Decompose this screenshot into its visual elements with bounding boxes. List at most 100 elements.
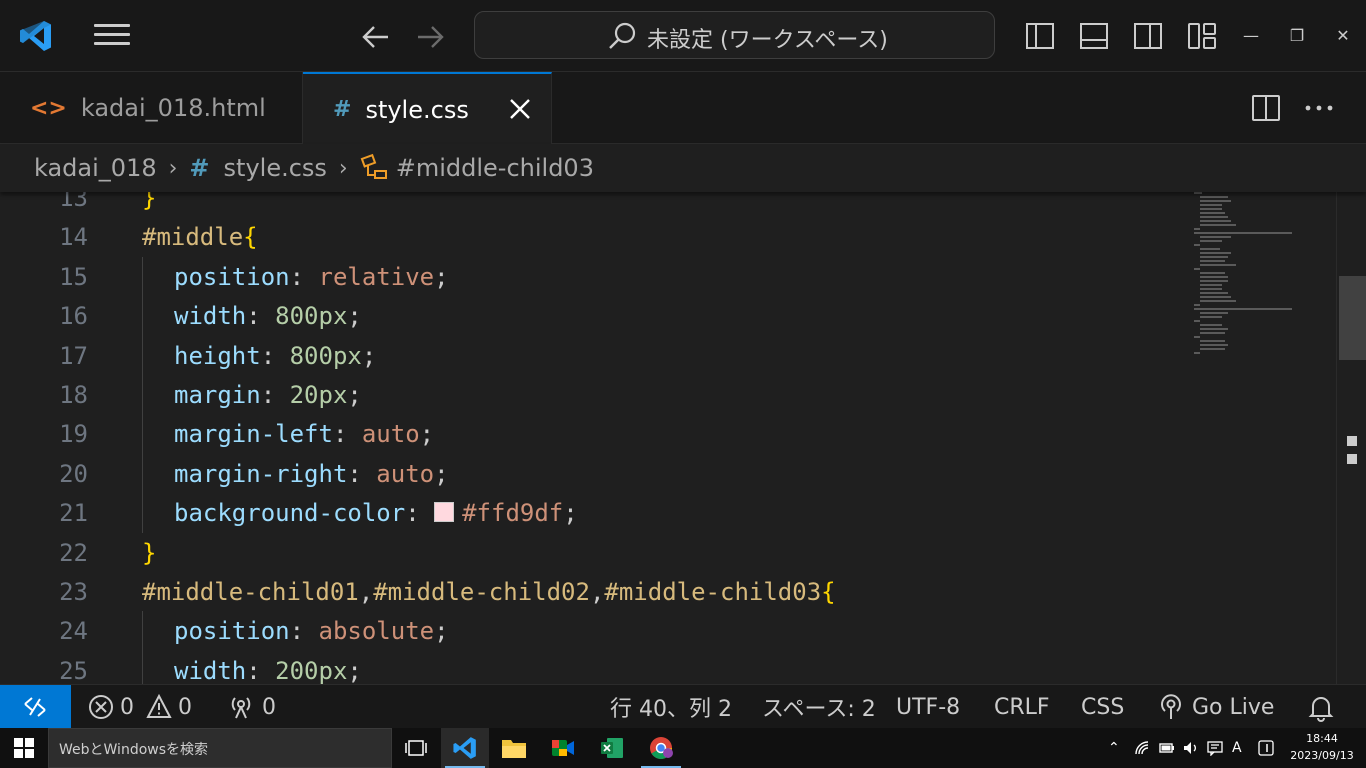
line-number: 19 xyxy=(59,420,88,449)
split-editor-icon[interactable] xyxy=(1250,92,1282,124)
forward-arrow-icon[interactable] xyxy=(414,22,446,52)
taskbar-search-placeholder: WebとWindowsを検索 xyxy=(59,742,209,758)
encoding-setting[interactable]: UTF-8 xyxy=(896,685,960,729)
code-token: #middle-child02 xyxy=(373,578,590,606)
minimap-line xyxy=(1200,276,1228,278)
tab-kadai-html[interactable]: <> kadai_018.html xyxy=(0,72,303,144)
ports-indicator[interactable]: 0 xyxy=(226,685,276,729)
code-token: 200px xyxy=(275,656,348,684)
task-view-icon[interactable] xyxy=(392,728,440,768)
customize-layout-icon[interactable] xyxy=(1186,20,1218,52)
css-file-icon: # xyxy=(189,154,210,182)
scrollbar-marker xyxy=(1347,436,1357,446)
cursor-position[interactable]: 行 40、列 2 xyxy=(610,685,732,729)
broadcast-icon xyxy=(1161,694,1181,719)
vscode-logo-icon xyxy=(20,21,51,51)
volume-icon[interactable] xyxy=(1182,740,1200,756)
code-line[interactable]: 23 #middle-child01,#middle-child02,#middl… xyxy=(0,572,1180,612)
taskbar-clock[interactable]: 18:44 2023/09/13 xyxy=(1284,730,1360,764)
code-line[interactable]: 21 background-color: #ffd9df; xyxy=(0,493,1180,534)
code-token: ; xyxy=(419,420,435,449)
restore-button[interactable]: ❐ xyxy=(1283,22,1311,50)
scrollbar-marker xyxy=(1347,454,1357,464)
ime-indicator[interactable]: A xyxy=(1232,740,1242,756)
toggle-primary-sidebar-icon[interactable] xyxy=(1024,20,1056,52)
color-swatch[interactable] xyxy=(434,502,455,523)
breadcrumb-file[interactable]: # style.css xyxy=(189,154,327,182)
minimize-button[interactable]: — xyxy=(1237,22,1265,50)
scrollbar-thumb[interactable] xyxy=(1339,276,1366,360)
remote-indicator-button[interactable] xyxy=(0,685,71,729)
close-window-button[interactable]: ✕ xyxy=(1329,22,1357,50)
code-line[interactable]: 15 position: relative; xyxy=(0,256,1180,297)
minimap-line xyxy=(1200,288,1223,290)
code-line[interactable]: 18 margin: 20px; xyxy=(0,375,1180,415)
minimap[interactable] xyxy=(1190,192,1336,684)
code-line[interactable]: 25 width: 200px; xyxy=(0,650,1180,684)
editor-scrollbar[interactable] xyxy=(1336,192,1366,684)
back-arrow-icon[interactable] xyxy=(360,22,392,52)
battery-icon[interactable] xyxy=(1158,740,1176,756)
breadcrumb-folder[interactable]: kadai_018 xyxy=(34,154,157,182)
taskbar-excel-icon[interactable] xyxy=(588,728,636,768)
toggle-secondary-sidebar-icon[interactable] xyxy=(1132,20,1164,52)
taskbar-meet-icon[interactable] xyxy=(539,728,587,768)
breadcrumb-symbol[interactable]: #middle-child03 xyxy=(360,153,594,183)
minimap-line xyxy=(1200,312,1228,314)
minimap-line xyxy=(1200,272,1226,274)
code-token: ; xyxy=(563,499,578,528)
indent-guide xyxy=(142,453,143,494)
code-line[interactable]: 13} xyxy=(0,192,1180,218)
code-token: ; xyxy=(361,341,377,370)
code-line[interactable]: 16 width: 800px; xyxy=(0,296,1180,337)
taskbar-file-explorer-icon[interactable] xyxy=(490,728,538,768)
more-actions-icon[interactable] xyxy=(1302,92,1336,124)
code-line[interactable]: 24 position: absolute; xyxy=(0,611,1180,652)
code-token: 800px xyxy=(275,302,348,331)
line-number: 15 xyxy=(59,262,88,291)
code-line[interactable]: 14 #middle{ xyxy=(0,217,1180,257)
command-center-search[interactable]: 未設定 (ワークスペース) xyxy=(474,11,995,59)
code-token: } xyxy=(142,192,157,212)
problems-indicator[interactable]: 0 0 xyxy=(88,685,192,729)
notifications-bell-icon[interactable] xyxy=(1308,694,1334,722)
chevron-right-icon: › xyxy=(168,155,178,181)
windows-start-icon[interactable] xyxy=(14,738,34,758)
breadcrumb: kadai_018 › # style.css › #middle-child0… xyxy=(0,144,1366,192)
indentation-setting[interactable]: スペース: 2 xyxy=(762,685,876,729)
code-text: margin-left: auto; xyxy=(174,414,434,454)
action-center-icon[interactable] xyxy=(1206,740,1224,756)
language-mode[interactable]: CSS xyxy=(1081,685,1124,729)
code-line[interactable]: 22} xyxy=(0,533,1180,573)
minimap-line xyxy=(1194,352,1200,354)
code-token: #ffd9df xyxy=(462,499,564,528)
eol-setting[interactable]: CRLF xyxy=(994,685,1050,729)
go-live-button[interactable]: Go Live xyxy=(1158,685,1274,729)
taskbar-chrome-icon[interactable] xyxy=(637,728,685,768)
search-text: 未設定 (ワークスペース) xyxy=(647,28,888,53)
minimap-line xyxy=(1200,292,1228,294)
notification-icon[interactable] xyxy=(1257,740,1274,756)
code-editor[interactable]: 13} 14 #middle{15 position: relative; 16 widt… xyxy=(0,192,1366,684)
code-line[interactable]: 17 height: 800px; xyxy=(0,335,1180,376)
code-token: : xyxy=(260,381,290,409)
toggle-panel-icon[interactable] xyxy=(1078,20,1110,52)
code-line[interactable]: 20 margin-right: auto; xyxy=(0,453,1180,494)
code-text: height: 800px; xyxy=(174,336,376,376)
network-icon[interactable] xyxy=(1134,740,1152,756)
taskbar-search-box[interactable]: WebとWindowsを検索 xyxy=(48,728,392,768)
close-tab-icon[interactable] xyxy=(507,96,533,122)
chevron-up-icon[interactable]: ⌃ xyxy=(1108,740,1126,756)
code-token: , xyxy=(589,578,605,606)
hamburger-menu-icon[interactable] xyxy=(94,24,130,48)
minimap-line xyxy=(1200,252,1231,254)
code-line[interactable]: 19 margin-left: auto; xyxy=(0,414,1180,455)
code-token: absolute xyxy=(318,617,435,646)
windows-taskbar: WebとWindowsを検索 ⌃ A 18:44 2023/09/13 xyxy=(0,728,1366,768)
minimap-line xyxy=(1200,208,1223,210)
status-bar: 0 0 0 行 40、列 2 スペース: 2 UTF-8 CRLF CSS Go… xyxy=(0,684,1366,729)
tab-style-css[interactable]: # style.css xyxy=(303,72,552,145)
code-text: margin: 20px; xyxy=(174,375,362,415)
code-token: : xyxy=(347,459,377,488)
taskbar-vscode-icon[interactable] xyxy=(441,728,489,768)
